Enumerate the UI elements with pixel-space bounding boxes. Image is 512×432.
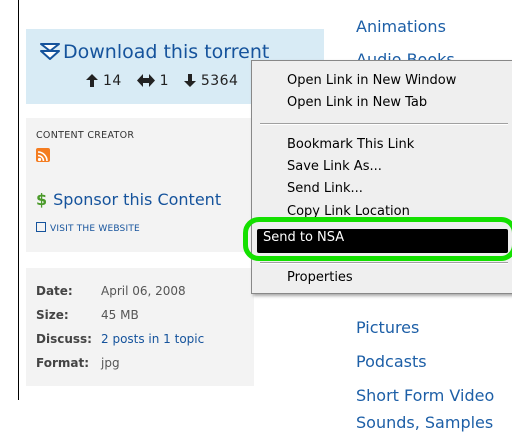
dollar-icon: $ xyxy=(36,190,48,209)
menu-item-open-new-tab[interactable]: Open Link in New Tab xyxy=(287,95,427,110)
external-link-icon xyxy=(36,222,46,232)
content-creator-box: CONTENT CREATOR $ Sponsor this Content VI… xyxy=(26,118,254,252)
page-left-border xyxy=(18,0,19,400)
category-link-animations[interactable]: Animations xyxy=(356,17,446,36)
date-value: April 06, 2008 xyxy=(101,284,186,298)
highlight-ring xyxy=(243,217,512,261)
size-label: Size: xyxy=(36,308,69,322)
content-creator-heading: CONTENT CREATOR xyxy=(36,130,135,141)
menu-item-send-link[interactable]: Send Link... xyxy=(287,181,363,196)
detail-row-format: Format: jpg xyxy=(36,356,120,370)
category-link-sounds-samples[interactable]: Sounds, Samples xyxy=(356,413,493,432)
category-link-pictures[interactable]: Pictures xyxy=(356,318,419,337)
torrent-details-box: Date: April 06, 2008 Size: 45 MB Discuss: 2… xyxy=(26,268,254,386)
ratio-count: 1 xyxy=(159,73,170,89)
downloads-count: 5364 xyxy=(200,73,239,89)
menu-item-open-new-window[interactable]: Open Link in New Window xyxy=(287,73,456,88)
menu-separator xyxy=(260,262,508,264)
discuss-link[interactable]: 2 posts in 1 topic xyxy=(101,332,204,346)
detail-row-discuss: Discuss: 2 posts in 1 topic xyxy=(36,332,204,346)
discuss-label: Discuss: xyxy=(36,332,92,346)
torrent-stats: 14 1 5364 xyxy=(86,73,238,89)
format-value: jpg xyxy=(101,356,120,370)
download-torrent-label: Download this torrent xyxy=(63,41,270,63)
seeders-count: 14 xyxy=(102,73,122,89)
sponsor-label: Sponsor this Content xyxy=(53,190,222,209)
ratio-double-arrow-icon xyxy=(136,74,155,87)
date-label: Date: xyxy=(36,284,73,298)
visit-website-link[interactable]: VISIT THE WEBSITE xyxy=(36,222,140,234)
visit-website-label: VISIT THE WEBSITE xyxy=(50,224,140,234)
menu-separator xyxy=(260,123,508,125)
size-value: 45 MB xyxy=(101,308,139,322)
format-label: Format: xyxy=(36,356,90,370)
detail-row-date: Date: April 06, 2008 xyxy=(36,284,186,298)
detail-row-size: Size: 45 MB xyxy=(36,308,139,322)
category-link-podcasts[interactable]: Podcasts xyxy=(356,352,427,371)
menu-item-save-link-as[interactable]: Save Link As... xyxy=(287,159,382,174)
download-arrow-icon xyxy=(40,43,60,66)
seeders-up-arrow-icon xyxy=(86,74,98,87)
download-torrent-link[interactable]: Download this torrent xyxy=(40,41,269,66)
category-link-short-form-video[interactable]: Short Form Video xyxy=(356,386,494,405)
sponsor-content-link[interactable]: $ Sponsor this Content xyxy=(36,190,221,209)
menu-item-bookmark-link[interactable]: Bookmark This Link xyxy=(287,137,414,152)
menu-item-properties[interactable]: Properties xyxy=(287,270,353,285)
rss-icon[interactable] xyxy=(36,148,50,162)
downloads-down-arrow-icon xyxy=(183,74,196,87)
